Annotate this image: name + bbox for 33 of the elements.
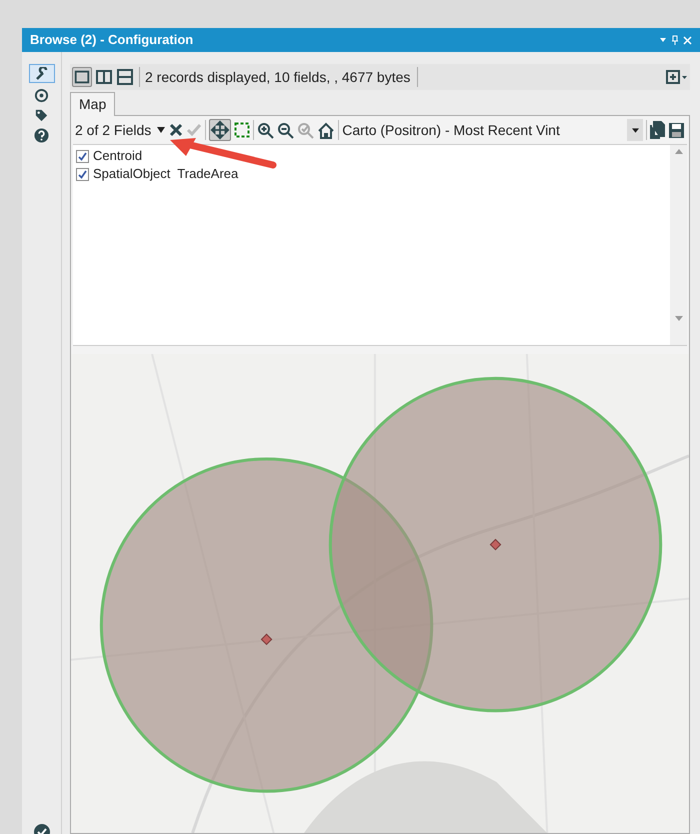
zoom-out-icon[interactable]: [277, 122, 294, 138]
window-title: Browse (2) - Configuration: [30, 31, 194, 50]
target-icon[interactable]: [34, 88, 49, 103]
clear-icon[interactable]: [169, 123, 184, 137]
basemap-dropdown[interactable]: Carto (Positron) - Most Recent Vint: [342, 119, 643, 141]
configuration-tab[interactable]: [28, 64, 54, 83]
dropdown-button[interactable]: [627, 119, 643, 141]
home-icon[interactable]: [317, 122, 336, 138]
select-rectangle-icon[interactable]: [234, 122, 250, 138]
wrench-icon: [34, 66, 48, 80]
field-label: SpatialObject TradeArea: [93, 165, 238, 184]
caret-icon: [632, 128, 638, 132]
tag-icon[interactable]: [34, 108, 49, 123]
split-horizontal-icon[interactable]: [116, 68, 134, 86]
dropdown-icon[interactable]: [659, 36, 667, 44]
fields-dropdown[interactable]: 2 of 2 Fields: [75, 120, 152, 140]
copy-icon[interactable]: [650, 121, 665, 139]
field-label: Centroid: [93, 147, 142, 166]
checkbox[interactable]: [76, 150, 89, 162]
split-vertical-icon[interactable]: [95, 68, 113, 86]
add-window-icon[interactable]: [666, 70, 688, 84]
pin-icon[interactable]: [671, 35, 679, 45]
single-pane-icon[interactable]: [72, 67, 92, 87]
checkbox[interactable]: [76, 168, 89, 180]
dropdown-arrow-icon[interactable]: [156, 126, 166, 134]
basemap-label: Carto (Positron) - Most Recent Vint: [342, 120, 561, 140]
zoom-in-icon[interactable]: [257, 122, 274, 138]
save-icon[interactable]: [668, 122, 685, 138]
close-icon[interactable]: [683, 36, 692, 44]
help-icon[interactable]: [34, 128, 49, 143]
map-tab[interactable]: Map: [70, 92, 116, 116]
pan-icon[interactable]: [209, 119, 232, 141]
records-summary: 2 records displayed, 10 fields, , 4677 bytes: [145, 68, 410, 87]
